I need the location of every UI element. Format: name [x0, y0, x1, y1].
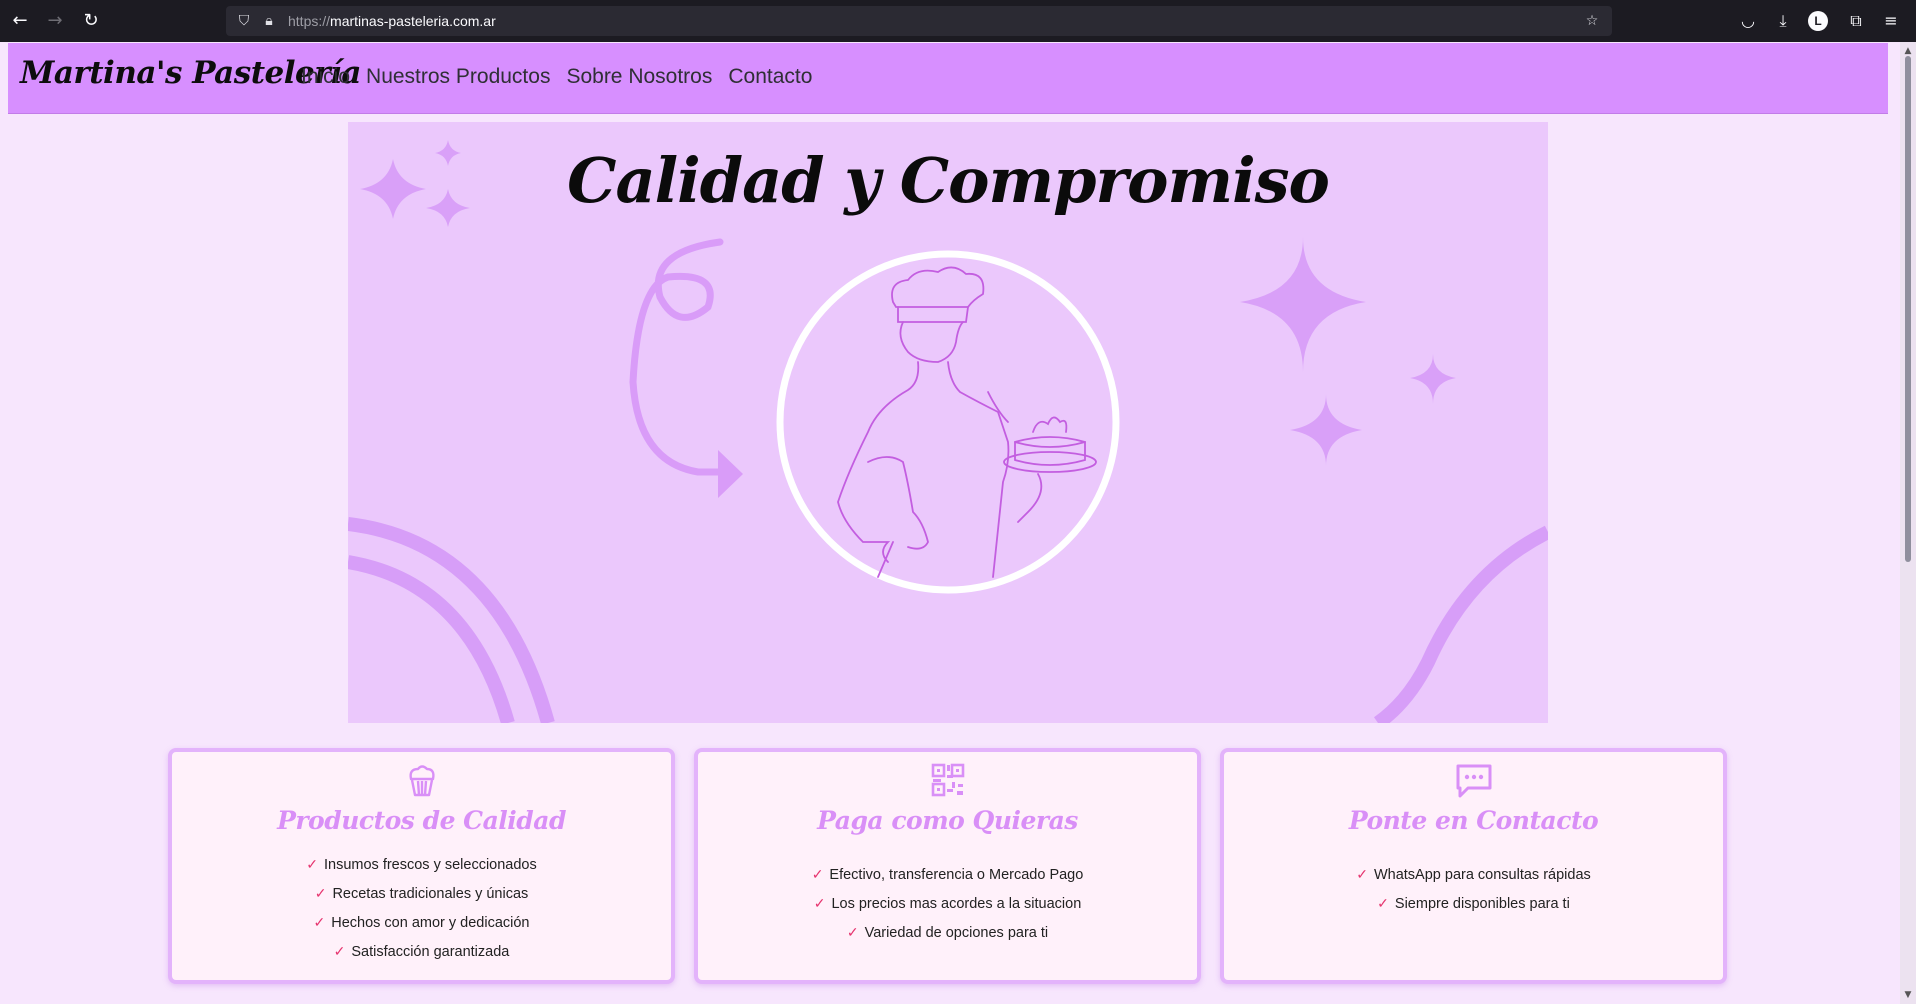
scroll-up-icon[interactable]: ▲ — [1903, 46, 1913, 56]
browser-toolbar: ← → ↻ ⛉ 🔒︎ https://martinas-pasteleria.c… — [0, 0, 1916, 42]
card-list: ✓ WhatsApp para consultas rápidas ✓ Siempr… — [1224, 860, 1723, 918]
check-icon: ✓ — [1377, 895, 1389, 911]
url-scheme: https:// — [288, 13, 331, 29]
list-item: ✓ WhatsApp para consultas rápidas — [1356, 866, 1591, 883]
list-item: ✓ Efectivo, transferencia o Mercado Pago — [811, 866, 1084, 883]
check-icon: ✓ — [846, 924, 859, 940]
bookmark-star-icon[interactable]: ☆ — [1583, 12, 1601, 30]
scroll-down-icon[interactable]: ▼ — [1903, 990, 1913, 1000]
qr-code-icon — [698, 762, 1197, 802]
url-text[interactable]: https://martinas-pasteleria.com.ar — [288, 13, 496, 29]
pocket-icon[interactable]: ◡ — [1737, 10, 1759, 32]
list-item: ✓ Satisfacción garantizada — [333, 943, 510, 960]
list-item: ✓ Siempre disponibles para ti — [1377, 895, 1570, 912]
list-item: ✓ Recetas tradicionales y únicas — [314, 885, 529, 902]
account-avatar[interactable]: L — [1808, 11, 1828, 31]
hero-banner: Calidad y Compromiso — [348, 122, 1548, 723]
lock-icon[interactable]: 🔒︎ — [260, 12, 278, 30]
download-icon[interactable]: ⤓ — [1772, 10, 1794, 32]
hero-title: Calidad y Compromiso — [567, 144, 1330, 217]
check-icon: ✓ — [1356, 866, 1368, 882]
back-icon[interactable]: ← — [8, 9, 32, 33]
site-header: Martina's Pastelería Inicio Nuestros Pro… — [8, 43, 1888, 114]
main-nav: Inicio Nuestros Productos Sobre Nosotros… — [301, 65, 812, 89]
reload-icon[interactable]: ↻ — [79, 9, 103, 33]
cupcake-icon — [172, 762, 671, 802]
forward-icon[interactable]: → — [43, 9, 67, 33]
nav-sobre-nosotros[interactable]: Sobre Nosotros — [566, 65, 712, 89]
check-icon: ✓ — [306, 856, 318, 872]
check-icon: ✓ — [811, 866, 824, 882]
menu-icon[interactable]: ≡ — [1880, 10, 1902, 32]
scroll-thumb[interactable] — [1905, 56, 1911, 562]
chat-icon — [1224, 762, 1723, 802]
nav-inicio[interactable]: Inicio — [301, 65, 350, 89]
sparkles-right-icon — [1240, 237, 1456, 466]
feature-cards: Productos de Calidad ✓ Insumos frescos y … — [168, 748, 1728, 984]
url-host: martinas-pasteleria.com.ar — [330, 13, 496, 29]
list-item: ✓ Insumos frescos y seleccionados — [306, 856, 537, 873]
list-item: ✓ Hechos con amor y dedicación — [313, 914, 530, 931]
card-pago: Paga como Quieras ✓ Efectivo, transferenc… — [694, 748, 1201, 984]
check-icon: ✓ — [333, 943, 346, 959]
page-content: Martina's Pastelería Inicio Nuestros Pro… — [0, 42, 1900, 1004]
card-list: ✓ Efectivo, transferencia o Mercado Pago … — [698, 860, 1197, 947]
card-list: ✓ Insumos frescos y seleccionados ✓ Receta… — [172, 850, 671, 966]
list-item: ✓ Variedad de opciones para ti — [846, 924, 1049, 941]
nav-nuestros-productos[interactable]: Nuestros Productos — [366, 65, 550, 89]
card-productos: Productos de Calidad ✓ Insumos frescos y … — [168, 748, 675, 984]
swirl-arrow-icon — [629, 238, 727, 476]
extensions-icon[interactable]: ⧉ — [1845, 10, 1867, 32]
address-bar[interactable]: ⛉ 🔒︎ https://martinas-pasteleria.com.ar … — [226, 6, 1612, 36]
check-icon: ✓ — [313, 914, 326, 930]
check-icon: ✓ — [813, 895, 826, 911]
check-icon: ✓ — [314, 885, 327, 901]
card-title: Ponte en Contacto — [1348, 806, 1599, 835]
list-item: ✓ Los precios mas acordes a la situacion — [813, 895, 1082, 912]
page-scrollbar[interactable]: ▲ ▼ — [1900, 42, 1916, 1004]
card-contacto: Ponte en Contacto ✓ WhatsApp para consult… — [1220, 748, 1727, 984]
nav-contacto[interactable]: Contacto — [728, 65, 812, 89]
card-title: Paga como Quieras — [817, 806, 1078, 835]
shield-icon[interactable]: ⛉ — [235, 12, 253, 30]
card-title: Productos de Calidad — [277, 806, 566, 835]
